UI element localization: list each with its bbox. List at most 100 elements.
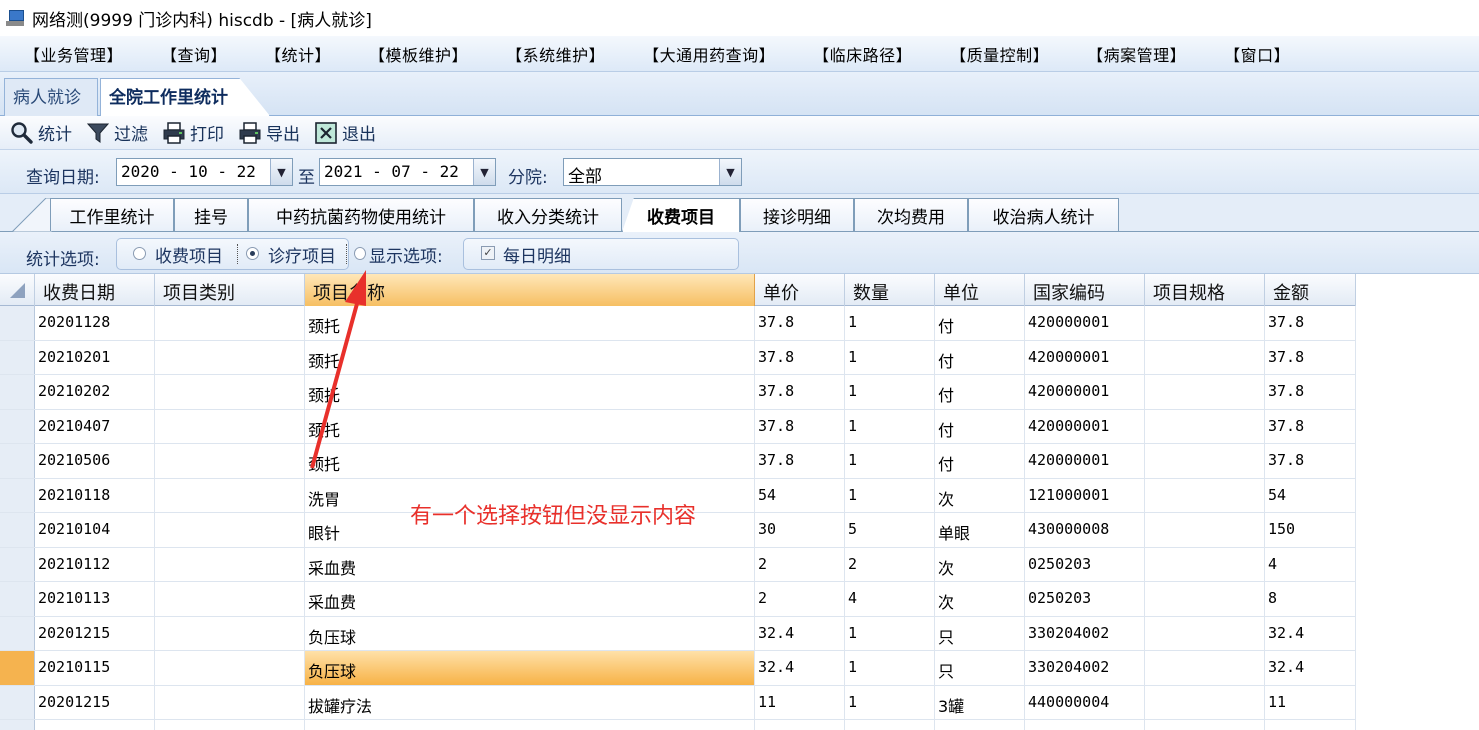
cell-item-category[interactable] <box>155 306 305 340</box>
daily-detail-label[interactable]: 每日明细 <box>503 242 571 267</box>
cell-item-name[interactable]: 采血费 <box>305 582 755 616</box>
cell-item-spec[interactable] <box>1145 306 1265 340</box>
cell-amount[interactable]: 4 <box>1265 547 1356 581</box>
cell-unit-price[interactable]: 37.8 <box>755 409 845 443</box>
cell-national-code[interactable]: 420000001 <box>1025 409 1145 443</box>
row-indicator[interactable] <box>0 340 35 374</box>
stat-button[interactable]: 统计 <box>10 120 72 145</box>
row-indicator[interactable] <box>0 616 35 650</box>
export-button[interactable]: 导出 <box>238 120 300 145</box>
menu-drug-query[interactable]: 【大通用药查询】 <box>643 42 775 66</box>
cell-quantity[interactable]: 1 <box>845 409 935 443</box>
cell-item-name[interactable]: 颈托 <box>305 444 755 478</box>
cell-item-category[interactable] <box>155 478 305 512</box>
cell-quantity[interactable]: 1 <box>845 444 935 478</box>
table-row[interactable]: 20201215 负压球 32.4 1 只 330204002 32.4 <box>0 616 1356 651</box>
row-indicator[interactable] <box>0 444 35 478</box>
cell-item-spec[interactable] <box>1145 478 1265 512</box>
cell-amount[interactable]: 37.8 <box>1265 375 1356 409</box>
cell-item-spec[interactable] <box>1145 582 1265 616</box>
radio-treatment-items-label[interactable]: 诊疗项目 <box>268 242 336 267</box>
col-header-unit-price[interactable]: 单价 <box>755 274 845 306</box>
cell-national-code[interactable]: 0250203 <box>1025 582 1145 616</box>
cell-item-spec[interactable] <box>1145 547 1265 581</box>
cell-unit-price[interactable]: 37.8 <box>755 444 845 478</box>
cell-unit-price[interactable]: 37.8 <box>755 375 845 409</box>
table-row[interactable]: 20201128 颈托 37.8 1 付 420000001 37.8 <box>0 306 1356 341</box>
menu-query[interactable]: 【查询】 <box>161 42 227 66</box>
col-header-quantity[interactable]: 数量 <box>845 274 935 306</box>
cell-unit[interactable]: 付 <box>935 444 1025 478</box>
exit-button[interactable]: 退出 <box>314 120 376 145</box>
end-date-dropdown-button[interactable]: ▼ <box>473 159 495 185</box>
col-header-national-code[interactable]: 国家编码 <box>1025 274 1145 306</box>
radio-fee-items-label[interactable]: 收费项目 <box>155 242 223 267</box>
cell-item-name[interactable]: 负压球 <box>305 651 755 685</box>
cell-amount[interactable]: 32.4 <box>1265 651 1356 685</box>
cell-unit-price[interactable]: 2 <box>755 547 845 581</box>
cell-item-spec[interactable] <box>1145 340 1265 374</box>
cell-quantity[interactable]: 1 <box>845 616 935 650</box>
col-header-item-category[interactable]: 项目类别 <box>155 274 305 306</box>
row-indicator[interactable] <box>0 478 35 512</box>
cell-amount[interactable]: 37.8 <box>1265 409 1356 443</box>
select-all-corner[interactable] <box>0 274 35 306</box>
cell-unit[interactable]: 付 <box>935 375 1025 409</box>
table-row[interactable]: 20210202 颈托 37.8 1 付 420000001 37.8 <box>0 375 1356 410</box>
tab-herbal-antibiotic[interactable]: 中药抗菌药物使用统计 <box>248 198 474 231</box>
menu-system[interactable]: 【系统维护】 <box>506 42 605 66</box>
row-indicator[interactable] <box>0 685 35 719</box>
col-header-item-name[interactable]: 项目名称 <box>305 274 755 306</box>
cell-quantity[interactable]: 5 <box>845 513 935 547</box>
cell-item-category[interactable] <box>155 375 305 409</box>
cell-national-code[interactable]: 440000004 <box>1025 685 1145 719</box>
row-indicator[interactable] <box>0 306 35 340</box>
tab-workload-statistics[interactable]: 全院工作里统计 <box>100 78 270 116</box>
cell-quantity[interactable]: 1 <box>845 340 935 374</box>
table-row[interactable]: 20210112 采血费 2 2 次 0250203 4 <box>0 547 1356 582</box>
cell-quantity[interactable]: 1 <box>845 478 935 512</box>
table-row[interactable]: 20210506 颈托 37.8 1 付 420000001 37.8 <box>0 444 1356 479</box>
branch-dropdown-button[interactable]: ▼ <box>719 159 741 185</box>
tab-fee-items[interactable]: 收费项目 <box>622 198 740 232</box>
table-row[interactable]: 20210113 采血费 2 4 次 0250203 8 <box>0 582 1356 617</box>
col-header-item-spec[interactable]: 项目规格 <box>1145 274 1265 306</box>
cell-national-code[interactable]: 330204002 <box>1025 616 1145 650</box>
tab-workload[interactable]: 工作里统计 <box>50 198 174 231</box>
cell-quantity[interactable]: 1 <box>845 306 935 340</box>
cell-item-spec[interactable] <box>1145 651 1265 685</box>
start-date-picker[interactable]: 2020 - 10 - 22 ▼ <box>116 158 293 186</box>
cell-unit[interactable]: 付 <box>935 409 1025 443</box>
cell-unit[interactable]: 次 <box>935 547 1025 581</box>
menu-quality[interactable]: 【质量控制】 <box>950 42 1049 66</box>
cell-item-name[interactable]: 颈托 <box>305 340 755 374</box>
cell-national-code[interactable]: 330204002 <box>1025 651 1145 685</box>
cell-item-name[interactable]: 颈托 <box>305 409 755 443</box>
cell-fee-date[interactable]: 20201215 <box>35 616 155 650</box>
col-header-unit[interactable]: 单位 <box>935 274 1025 306</box>
cell-quantity[interactable]: 4 <box>845 582 935 616</box>
table-row[interactable]: 20210201 颈托 37.8 1 付 420000001 37.8 <box>0 340 1356 375</box>
cell-item-spec[interactable] <box>1145 513 1265 547</box>
cell-item-spec[interactable] <box>1145 444 1265 478</box>
cell-amount[interactable]: 37.8 <box>1265 340 1356 374</box>
cell-quantity[interactable]: 1 <box>845 651 935 685</box>
cell-fee-date[interactable]: 20210202 <box>35 375 155 409</box>
cell-item-spec[interactable] <box>1145 375 1265 409</box>
tab-income-category[interactable]: 收入分类统计 <box>474 198 622 231</box>
daily-detail-checkbox[interactable]: ✓ <box>481 246 495 260</box>
cell-amount[interactable]: 150 <box>1265 513 1356 547</box>
cell-national-code[interactable]: 420000001 <box>1025 306 1145 340</box>
radio-fee-items[interactable] <box>133 247 146 260</box>
cell-fee-date[interactable]: 20210113 <box>35 582 155 616</box>
cell-quantity[interactable]: 2 <box>845 547 935 581</box>
cell-amount[interactable]: 8 <box>1265 582 1356 616</box>
cell-unit-price[interactable]: 54 <box>755 478 845 512</box>
cell-national-code[interactable]: 420000001 <box>1025 340 1145 374</box>
branch-select[interactable]: 全部 ▼ <box>563 158 742 187</box>
filter-button[interactable]: 过滤 <box>86 120 148 145</box>
cell-item-name[interactable]: 颈托 <box>305 306 755 340</box>
cell-amount[interactable]: 11 <box>1265 685 1356 719</box>
cell-unit-price[interactable]: 11 <box>755 685 845 719</box>
cell-item-category[interactable] <box>155 651 305 685</box>
